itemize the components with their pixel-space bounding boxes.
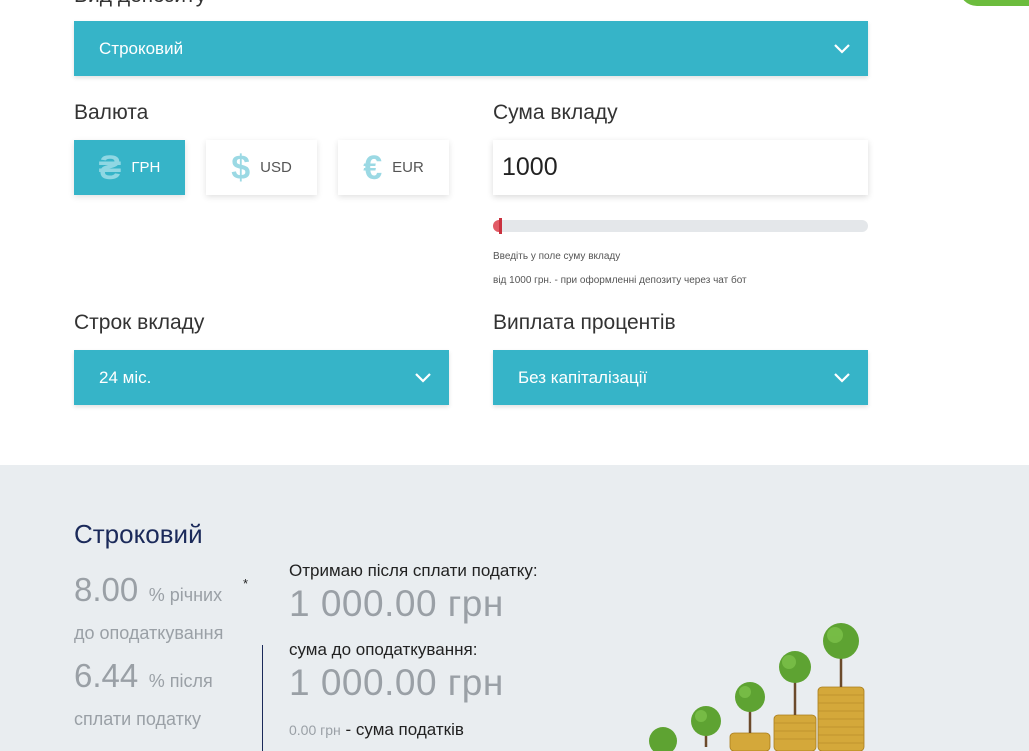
amount-slider[interactable] — [493, 218, 868, 234]
deposit-type-value: Строковий — [99, 38, 184, 58]
deposit-type-label: Вид депозиту — [74, 0, 206, 8]
currency-code: USD — [260, 159, 292, 176]
term-select[interactable]: 24 міс. — [74, 350, 449, 405]
euro-icon: € — [363, 148, 383, 187]
interest-payment-label: Виплата процентів — [493, 311, 676, 334]
amount-min-note: від 1000 грн. - при оформленні депозиту … — [493, 275, 747, 286]
after-tax-label: Отримаю після сплати податку: — [289, 561, 538, 580]
rate-after-value: 6.44 — [74, 657, 139, 694]
rate-after-sub: сплати податку — [74, 709, 201, 729]
hryvnia-icon: ₴ — [98, 148, 122, 187]
rate-before-tax: 8.00 % річних — [74, 571, 222, 609]
interest-payment-select[interactable]: Без капіталізації — [493, 350, 868, 405]
tax-label: - сума податків — [345, 720, 464, 739]
interest-payment-value: Без капіталізації — [518, 367, 648, 387]
corner-action-button[interactable] — [959, 0, 1029, 6]
currency-code: ГРН — [131, 159, 161, 176]
term-value: 24 міс. — [99, 367, 152, 387]
currency-code: EUR — [392, 159, 424, 176]
deposit-type-select[interactable]: Строковий — [74, 21, 868, 76]
chevron-down-icon — [834, 372, 850, 383]
coin-trees-illustration — [649, 623, 865, 751]
currency-button-uah[interactable]: ₴ ГРН — [74, 140, 185, 195]
rate-before-unit: % річних — [148, 585, 223, 605]
footnote-asterisk: * — [243, 576, 249, 591]
term-label: Строк вкладу — [74, 311, 205, 334]
tax-summary: 0.00 грн - сума податків — [289, 720, 464, 740]
after-tax-value: 1 000.00 грн — [289, 583, 504, 624]
currency-button-eur[interactable]: € EUR — [338, 140, 449, 195]
slider-handle[interactable] — [499, 218, 502, 234]
before-tax-value: 1 000.00 грн — [289, 662, 504, 703]
currency-label: Валюта — [74, 101, 149, 124]
rate-before-value: 8.00 — [74, 571, 139, 608]
rate-after-unit: % після — [148, 671, 213, 691]
result-title: Строковий — [74, 519, 203, 549]
amount-input[interactable] — [493, 140, 868, 195]
rate-before-sub: до оподаткування — [74, 623, 224, 643]
dollar-icon: $ — [231, 148, 251, 187]
before-tax-label: сума до оподаткування: — [289, 640, 478, 659]
amount-hint: Введіть у поле суму вкладу — [493, 251, 621, 262]
rate-after-tax: 6.44 % після — [74, 657, 213, 695]
amount-label: Сума вкладу — [493, 101, 618, 124]
chevron-down-icon — [415, 372, 431, 383]
result-divider — [262, 645, 263, 751]
chevron-down-icon — [834, 43, 850, 54]
currency-button-usd[interactable]: $ USD — [206, 140, 317, 195]
tax-amount: 0.00 грн — [289, 722, 341, 738]
